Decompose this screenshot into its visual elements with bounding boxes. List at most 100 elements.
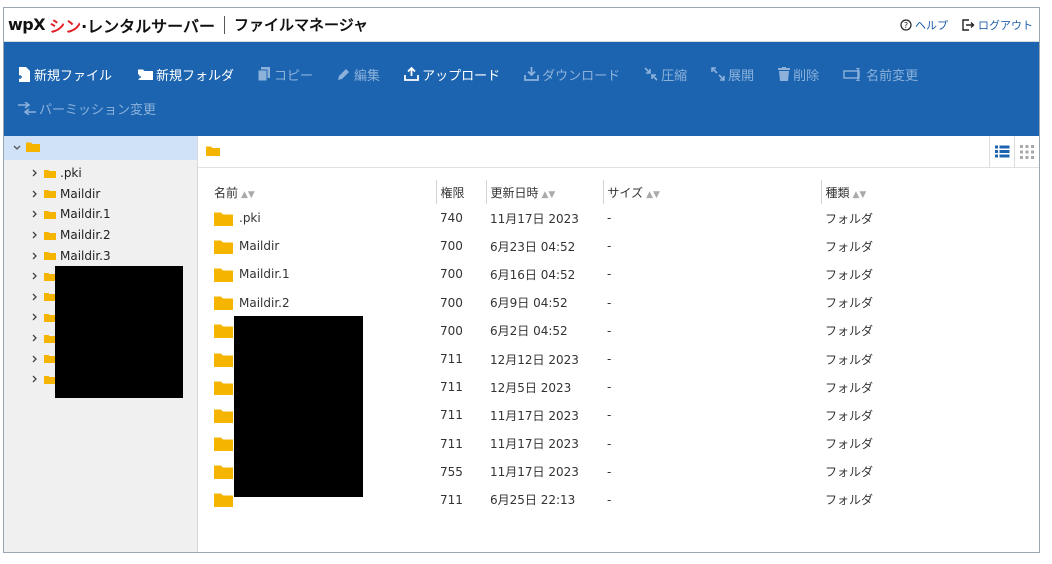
svg-text:?: ? xyxy=(904,21,908,30)
file-permission: 700 xyxy=(440,267,463,282)
folder-icon xyxy=(44,189,56,199)
tree-item-label: Maildir xyxy=(60,186,101,201)
toolbar-button-label: 編集 xyxy=(354,68,381,84)
tree-item-label: Maildir.1 xyxy=(60,207,111,222)
chevron-right-icon[interactable] xyxy=(30,375,40,383)
list-view-icon xyxy=(994,145,1009,158)
col-type-header[interactable]: 種類 ▲▼ xyxy=(820,180,941,204)
table-row[interactable]: Maildir 700 6月23日 04:52 - フォルダ xyxy=(210,232,941,260)
new-file-button[interactable]: 新規ファイル xyxy=(18,65,112,84)
permission-button[interactable]: パーミッション変更 xyxy=(18,99,156,118)
folder-icon xyxy=(44,251,56,261)
folder-icon xyxy=(44,169,56,178)
file-size: - xyxy=(607,436,612,451)
table-row[interactable]: Maildir.2 700 6月9日 04:52 - フォルダ xyxy=(210,289,941,317)
new-folder-button[interactable]: 新規フォルダ xyxy=(136,65,234,84)
file-modified: 6月2日 04:52 xyxy=(490,324,568,339)
edit-button[interactable]: 編集 xyxy=(337,65,380,84)
toolbar-row-1: 新規ファイル 新規フォルダ コピー 編集 アップロード ダウンロード 圧縮 展開 削除 名前変更 xyxy=(18,62,1039,86)
logout-icon xyxy=(962,18,975,31)
folder-icon xyxy=(44,231,56,240)
grid-view-button[interactable] xyxy=(1014,136,1039,167)
file-type: フォルダ xyxy=(825,465,874,480)
tree-item[interactable]: Maildir.3 xyxy=(4,245,197,266)
compress-button[interactable]: 圧縮 xyxy=(644,65,687,84)
tree-item[interactable]: Maildir.2 xyxy=(4,225,197,246)
expand-button[interactable]: 展開 xyxy=(711,65,754,84)
file-permission: 700 xyxy=(440,295,463,310)
upload-button[interactable]: アップロード xyxy=(404,65,500,84)
chevron-right-icon[interactable] xyxy=(30,334,40,342)
brand-rest: ·レンタルサーバー xyxy=(81,16,216,36)
chevron-right-icon[interactable] xyxy=(30,355,40,363)
folder-icon xyxy=(214,436,233,452)
brand-logo: wpX シン ·レンタルサーバー ファイルマネージャ xyxy=(8,13,368,37)
chevron-right-icon[interactable] xyxy=(30,272,40,280)
file-modified: 11月17日 2023 xyxy=(490,211,579,226)
file-type: フォルダ xyxy=(825,380,874,395)
redacted-block xyxy=(234,316,363,497)
folder-icon xyxy=(214,464,233,480)
file-name[interactable]: Maildir xyxy=(239,239,279,253)
file-permission: 740 xyxy=(440,211,463,226)
file-permission: 711 xyxy=(440,408,463,423)
tree-item[interactable]: Maildir xyxy=(4,184,197,205)
help-link[interactable]: ? ヘルプ xyxy=(900,17,948,33)
chevron-right-icon[interactable] xyxy=(30,313,40,321)
download-button[interactable]: ダウンロード xyxy=(524,65,620,84)
table-row[interactable]: .pki 740 11月17日 2023 - フォルダ xyxy=(210,204,941,232)
file-permission: 711 xyxy=(440,352,463,367)
file-permission: 700 xyxy=(440,239,463,254)
folder-icon xyxy=(214,211,233,226)
tree-item-label: Maildir.3 xyxy=(60,248,111,263)
chevron-right-icon[interactable] xyxy=(30,190,40,198)
file-size: - xyxy=(607,352,612,367)
logout-link[interactable]: ログアウト xyxy=(962,17,1033,33)
col-modified-header[interactable]: 更新日時 ▲▼ xyxy=(485,180,603,204)
sort-icon: ▲▼ xyxy=(852,189,867,200)
col-name-header[interactable]: 名前 ▲▼ xyxy=(210,180,436,204)
file-modified: 6月9日 04:52 xyxy=(490,296,568,311)
col-size-header[interactable]: サイズ ▲▼ xyxy=(602,180,821,204)
logout-label: ログアウト xyxy=(978,18,1033,32)
delete-button[interactable]: 削除 xyxy=(778,65,819,84)
tree-root[interactable] xyxy=(4,136,197,160)
file-permission: 755 xyxy=(440,464,463,479)
list-view-button[interactable] xyxy=(989,136,1014,167)
tree-item[interactable]: .pki xyxy=(4,163,197,184)
permission-icon xyxy=(18,101,36,115)
folder-icon xyxy=(44,210,56,219)
rename-button[interactable]: 名前変更 xyxy=(843,65,918,84)
sort-icon: ▲▼ xyxy=(241,189,255,200)
chevron-right-icon[interactable] xyxy=(30,210,40,218)
folder-icon[interactable] xyxy=(206,145,220,159)
redacted-block xyxy=(55,266,183,398)
toolbar: 新規ファイル 新規フォルダ コピー 編集 アップロード ダウンロード 圧縮 展開 削除 名前変更 … xyxy=(4,42,1039,136)
chevron-right-icon[interactable] xyxy=(30,293,40,301)
folder-icon xyxy=(214,408,233,423)
file-modified: 6月16日 04:52 xyxy=(490,267,576,282)
chevron-down-icon[interactable] xyxy=(12,145,22,151)
file-modified: 12月12日 2023 xyxy=(490,352,579,367)
chevron-right-icon[interactable] xyxy=(30,169,40,177)
file-modified: 11月17日 2023 xyxy=(490,437,579,452)
view-toggle xyxy=(989,136,1039,167)
chevron-right-icon[interactable] xyxy=(30,231,40,239)
file-name[interactable]: Maildir.2 xyxy=(239,296,290,310)
toolbar-button-label: 削除 xyxy=(793,68,820,84)
tree-item[interactable]: Maildir.1 xyxy=(4,204,197,225)
main-area: .pki Maildir Maildir.1 Maildir.2 Maildir.3 xyxy=(4,136,1039,552)
folder-icon xyxy=(214,380,233,395)
file-modified: 11月17日 2023 xyxy=(490,465,579,480)
file-manager-window: wpX シン ·レンタルサーバー ファイルマネージャ ? ヘルプ ログアウト 新… xyxy=(3,7,1040,553)
table-row[interactable]: Maildir.1 700 6月16日 04:52 - フォルダ xyxy=(210,260,941,288)
toolbar-button-label: ダウンロード xyxy=(542,68,621,84)
chevron-right-icon[interactable] xyxy=(30,252,40,260)
file-name[interactable]: Maildir.1 xyxy=(239,267,290,281)
table-header-row: 名前 ▲▼ 権限 更新日時 ▲▼ サイズ ▲▼ 種類 ▲▼ xyxy=(210,180,941,204)
toolbar-button-label: 新規フォルダ xyxy=(156,68,235,84)
copy-button[interactable]: コピー xyxy=(258,65,313,84)
tree-item-label: Maildir.2 xyxy=(60,228,111,243)
file-name[interactable]: .pki xyxy=(239,211,261,225)
copy-icon xyxy=(258,67,271,81)
